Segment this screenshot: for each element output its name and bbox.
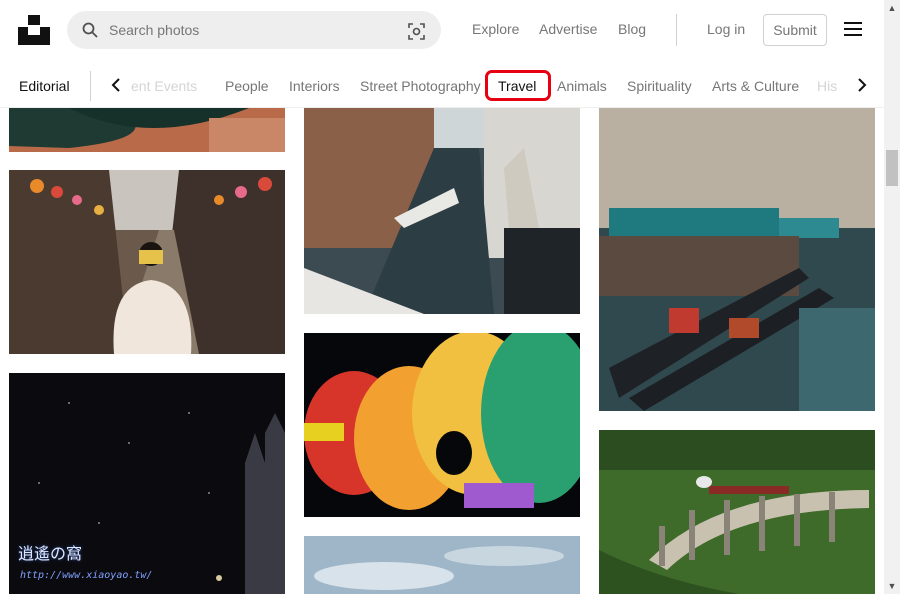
photo-canyon-tile[interactable] — [9, 108, 285, 152]
topic-bar: Editorial ent Events People Interiors St… — [0, 62, 884, 108]
photo-sky-tile[interactable] — [304, 536, 580, 594]
search-bar[interactable] — [67, 11, 441, 49]
topic-interiors[interactable]: Interiors — [289, 78, 340, 94]
sky-image — [304, 536, 580, 594]
topic-current-events[interactable]: ent Events — [131, 78, 197, 94]
topic-history[interactable]: His — [817, 78, 837, 94]
photo-venice-gondolas-tile[interactable] — [599, 108, 875, 411]
canyon-image — [9, 108, 285, 152]
login-link[interactable]: Log in — [707, 21, 745, 37]
watermark-url: http://www.xiaoyao.tw/ — [20, 570, 153, 581]
unsplash-page: Explore Advertise Blog Log in Submit Edi… — [0, 0, 900, 594]
search-icon[interactable] — [82, 22, 98, 38]
topic-spirituality[interactable]: Spirituality — [627, 78, 692, 94]
submit-button[interactable]: Submit — [763, 14, 827, 46]
venice-gondolas-image — [599, 108, 875, 411]
viaduct-train-image — [599, 430, 875, 594]
nav-blog-link[interactable]: Blog — [618, 21, 646, 37]
unsplash-logo-icon[interactable] — [18, 13, 50, 45]
chevron-left-icon[interactable] — [110, 78, 124, 92]
scroll-down-arrow-icon[interactable]: ▼ — [886, 581, 898, 591]
topic-people[interactable]: People — [225, 78, 269, 94]
search-input[interactable] — [109, 11, 389, 49]
scrollbar-thumb[interactable] — [886, 150, 898, 186]
nav-explore-link[interactable]: Explore — [472, 21, 519, 37]
topic-animals[interactable]: Animals — [557, 78, 607, 94]
venice-canal-image — [304, 108, 580, 314]
girl-camera-image — [9, 170, 285, 354]
balloons-image — [304, 333, 580, 517]
hamburger-menu-icon[interactable] — [844, 22, 862, 36]
nav-advertise-link[interactable]: Advertise — [539, 21, 597, 37]
visual-search-icon[interactable] — [408, 23, 425, 40]
topic-editorial[interactable]: Editorial — [19, 78, 70, 94]
watermark-text: 逍遙の窩 — [18, 544, 83, 563]
topic-street-photography[interactable]: Street Photography — [360, 78, 481, 94]
topic-arts-culture[interactable]: Arts & Culture — [712, 78, 799, 94]
vertical-scrollbar[interactable] — [884, 0, 900, 594]
photo-girl-camera-tile[interactable] — [9, 170, 285, 354]
photo-balloons-tile[interactable] — [304, 333, 580, 517]
travel-highlight-box — [485, 70, 551, 101]
photo-viaduct-train-tile[interactable] — [599, 430, 875, 594]
top-header: Explore Advertise Blog Log in Submit — [0, 0, 884, 62]
header-divider — [676, 14, 677, 46]
chevron-right-icon[interactable] — [854, 78, 868, 92]
photo-venice-canal-tile[interactable] — [304, 108, 580, 314]
topic-divider — [90, 71, 91, 101]
scroll-up-arrow-icon[interactable]: ▲ — [886, 3, 898, 13]
